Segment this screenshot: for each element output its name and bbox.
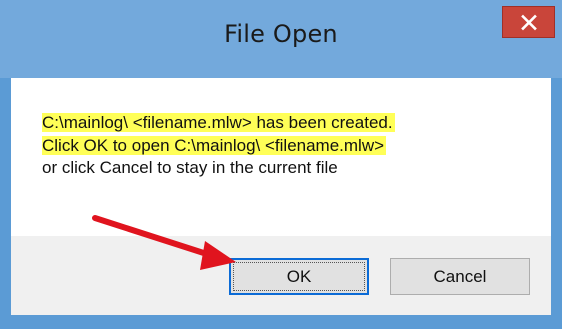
dialog-title: File Open xyxy=(224,20,338,48)
cancel-button[interactable]: Cancel xyxy=(390,258,530,295)
cancel-button-label: Cancel xyxy=(433,267,487,286)
title-bar[interactable]: File Open xyxy=(0,0,562,78)
file-open-dialog: File Open C:\mainlog\ <filename.mlw> has… xyxy=(0,0,562,329)
dialog-message: C:\mainlog\ <filename.mlw> has been crea… xyxy=(42,112,395,180)
message-line-3: or click Cancel to stay in the current f… xyxy=(42,158,338,177)
close-button[interactable] xyxy=(502,6,555,38)
ok-button[interactable]: OK xyxy=(229,258,369,295)
close-icon xyxy=(520,14,537,31)
message-line-2: Click OK to open C:\mainlog\ <filename.m… xyxy=(42,135,387,155)
ok-button-label: OK xyxy=(286,267,312,286)
dialog-body: C:\mainlog\ <filename.mlw> has been crea… xyxy=(11,78,551,315)
message-line-1: C:\mainlog\ <filename.mlw> has been crea… xyxy=(42,113,395,132)
